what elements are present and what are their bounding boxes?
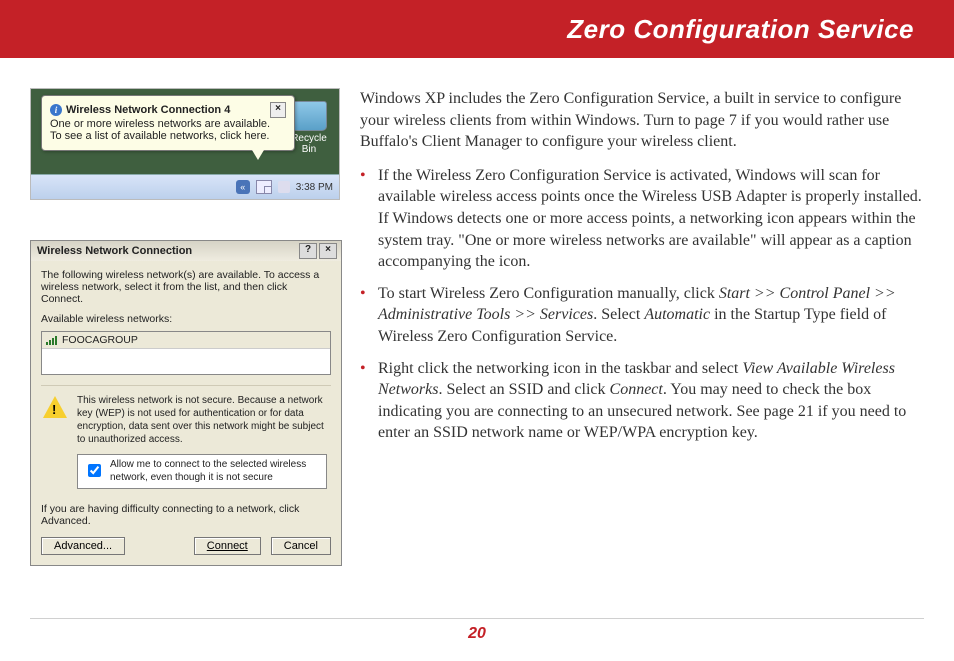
allow-insecure-row[interactable]: Allow me to connect to the selected wire…: [77, 454, 327, 489]
available-networks-label: Available wireless networks:: [41, 313, 331, 325]
network-list-item[interactable]: FOOCAGROUP: [42, 332, 330, 349]
balloon-titlebar: i Wireless Network Connection 4 ×: [50, 102, 286, 118]
intro-paragraph: Windows XP includes the Zero Configurati…: [360, 88, 924, 153]
page-title: Zero Configuration Service: [567, 14, 914, 45]
dialog-button-row: Advanced... Connect Cancel: [41, 537, 331, 555]
network-tray-icon[interactable]: [256, 180, 272, 194]
dialog-title: Wireless Network Connection: [37, 245, 192, 257]
cancel-button[interactable]: Cancel: [271, 537, 331, 555]
dialog-titlebar: Wireless Network Connection ? ×: [31, 241, 341, 261]
bullet-3-connect: Connect: [610, 381, 663, 398]
page-body: Recycle Bin i Wireless Network Connectio…: [0, 58, 954, 618]
page-footer: 20: [30, 618, 924, 643]
body-text-column: Windows XP includes the Zero Configurati…: [360, 88, 924, 608]
screenshots-column: Recycle Bin i Wireless Network Connectio…: [30, 88, 360, 608]
balloon-pointer: [252, 150, 264, 160]
close-button[interactable]: ×: [319, 243, 337, 259]
taskbar: « 3:38 PM: [31, 174, 339, 199]
page-number: 20: [468, 625, 486, 642]
bullet-1: If the Wireless Zero Configuration Servi…: [360, 165, 924, 273]
difficulty-line: If you are having difficulty connecting …: [41, 503, 331, 527]
allow-insecure-checkbox[interactable]: [88, 460, 101, 481]
allow-insecure-label: Allow me to connect to the selected wire…: [110, 459, 320, 484]
header-band: Zero Configuration Service: [0, 0, 954, 58]
bullet-3-pre: Right click the networking icon in the t…: [378, 360, 742, 377]
balloon-title: Wireless Network Connection 4: [66, 104, 230, 116]
tray-clock: 3:38 PM: [296, 182, 333, 193]
bullet-list: If the Wireless Zero Configuration Servi…: [360, 165, 924, 444]
network-list[interactable]: FOOCAGROUP: [41, 331, 331, 375]
bullet-2-mid: . Select: [593, 306, 644, 323]
dialog-body: The following wireless network(s) are av…: [31, 261, 341, 565]
info-icon: i: [50, 104, 62, 116]
balloon-line-2: To see a list of available networks, cli…: [50, 130, 286, 142]
bullet-2-pre: To start Wireless Zero Configuration man…: [378, 285, 719, 302]
bullet-2-auto: Automatic: [644, 306, 710, 323]
signal-icon: [46, 335, 58, 345]
bullet-3-mid: . Select an SSID and click: [438, 381, 609, 398]
tray-expand-icon[interactable]: «: [236, 180, 250, 194]
dialog-intro: The following wireless network(s) are av…: [41, 269, 331, 305]
recycle-bin-icon: [291, 101, 327, 131]
balloon-line-1: One or more wireless networks are availa…: [50, 118, 286, 130]
warning-icon: [43, 396, 67, 418]
warning-text: This wireless network is not secure. Bec…: [77, 395, 324, 445]
network-ssid: FOOCAGROUP: [62, 334, 138, 346]
help-button[interactable]: ?: [299, 243, 317, 259]
tray-balloon-screenshot: Recycle Bin i Wireless Network Connectio…: [30, 88, 340, 200]
connect-button[interactable]: Connect: [194, 537, 261, 555]
balloon-close-button[interactable]: ×: [270, 102, 286, 118]
bullet-3: Right click the networking icon in the t…: [360, 358, 924, 444]
wireless-dialog-screenshot: Wireless Network Connection ? × The foll…: [30, 240, 342, 566]
security-warning: This wireless network is not secure. Bec…: [41, 385, 331, 493]
bullet-2: To start Wireless Zero Configuration man…: [360, 283, 924, 348]
volume-tray-icon[interactable]: [278, 181, 290, 193]
advanced-button[interactable]: Advanced...: [41, 537, 125, 555]
notification-balloon: i Wireless Network Connection 4 × One or…: [41, 95, 295, 151]
